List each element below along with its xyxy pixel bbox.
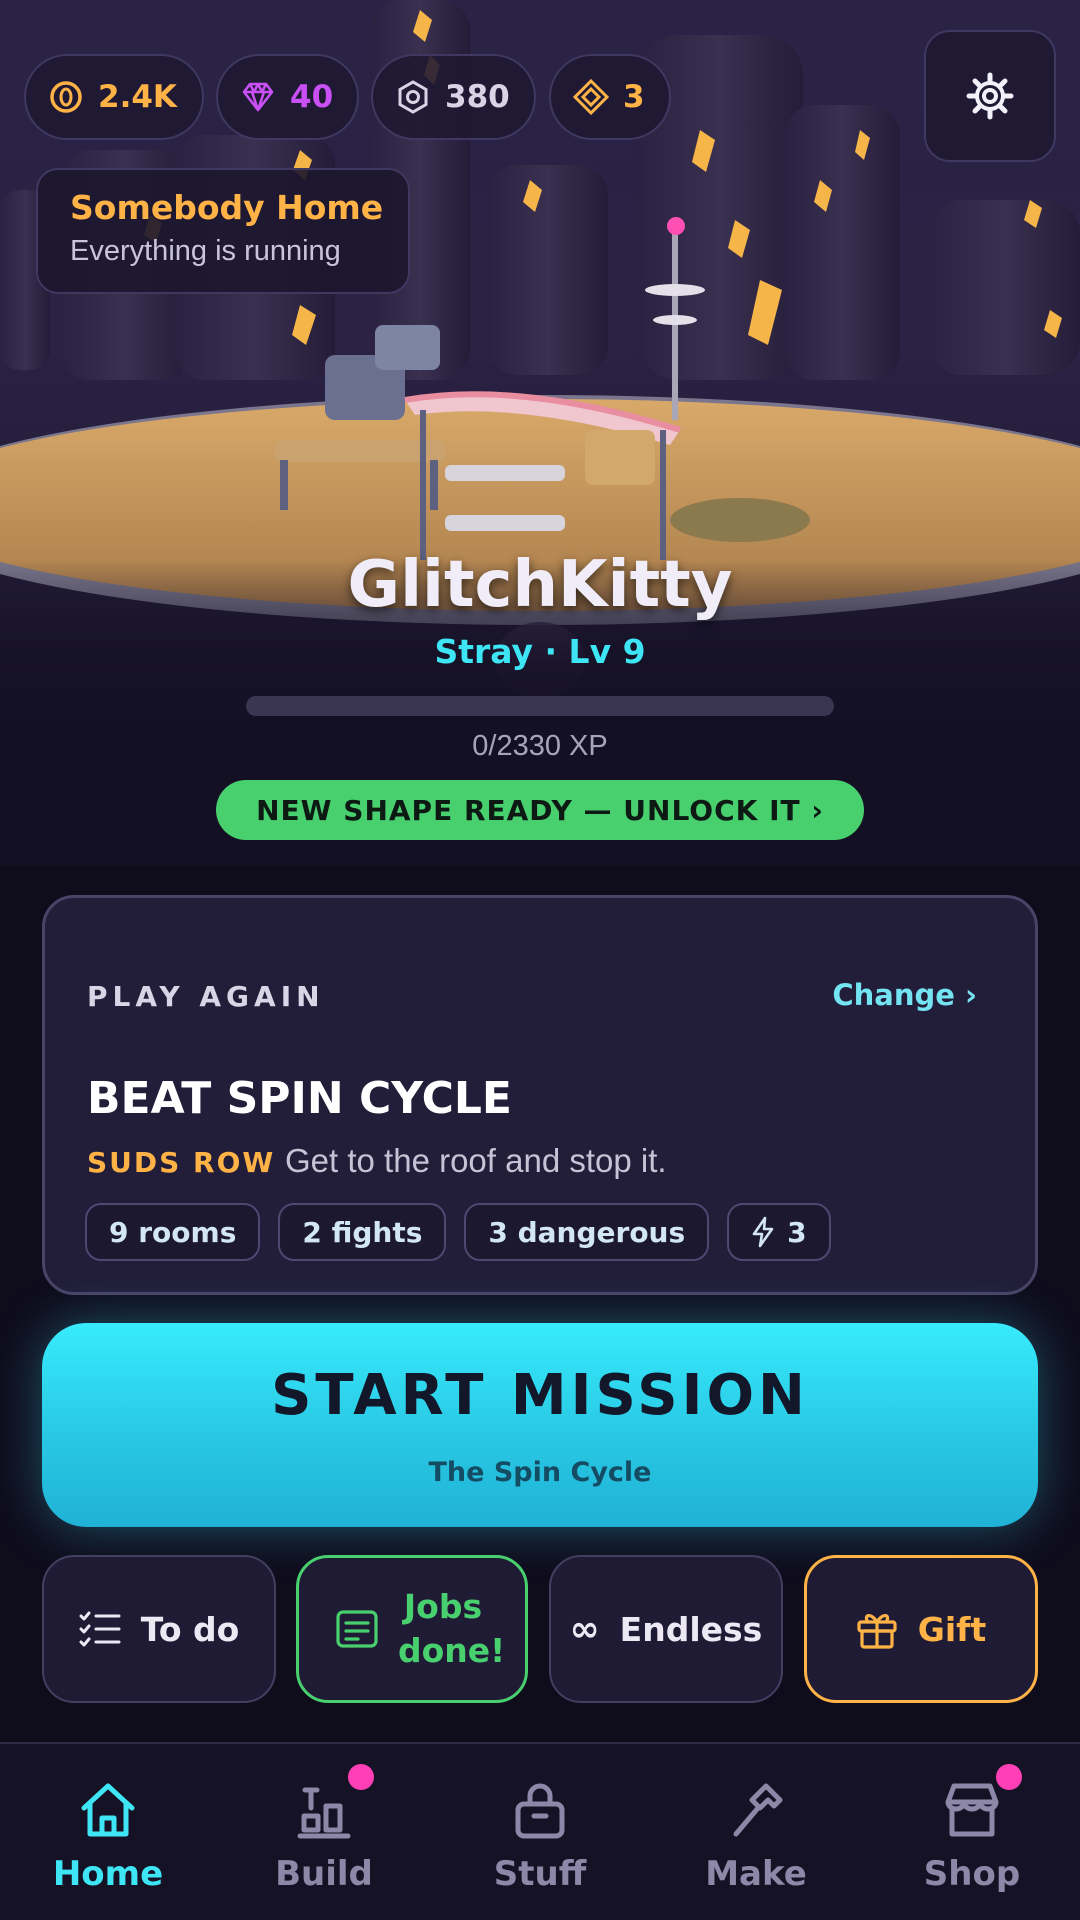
- nav-build-label: Build: [275, 1854, 373, 1894]
- gift-icon: [857, 1614, 897, 1649]
- nav-make[interactable]: Make: [648, 1744, 864, 1920]
- change-mission-link[interactable]: Change ›: [832, 978, 977, 1012]
- build-badge: [348, 1764, 374, 1790]
- nav-shop-label: Shop: [923, 1854, 1021, 1894]
- gear-part-icon: [398, 80, 428, 114]
- gears-counter[interactable]: 380: [371, 54, 536, 140]
- mission-tags: 9 rooms 2 fights 3 dangerous 3: [85, 1203, 831, 1261]
- fights-tag: 2 fights: [278, 1203, 447, 1261]
- todo-label: To do: [140, 1609, 240, 1649]
- mission-title: BEAT SPIN CYCLE: [87, 1073, 512, 1124]
- gem-icon: [242, 82, 274, 112]
- nav-home-label: Home: [52, 1854, 164, 1894]
- nav-stuff-label: Stuff: [493, 1854, 587, 1894]
- todo-button[interactable]: To do: [42, 1555, 276, 1703]
- dangerous-tag-label: 3 dangerous: [488, 1215, 686, 1249]
- rooms-tag: 9 rooms: [85, 1203, 261, 1261]
- settings-button[interactable]: [924, 30, 1056, 162]
- pet-name: GlitchKitty: [347, 548, 733, 622]
- shop-icon: [945, 1783, 999, 1837]
- gift-label: Gift: [917, 1609, 987, 1649]
- home-status-card: Somebody Home Everything is running: [36, 168, 410, 294]
- nav-stuff[interactable]: Stuff: [432, 1744, 648, 1920]
- gift-button[interactable]: Gift: [804, 1555, 1038, 1703]
- rooms-tag-label: 9 rooms: [109, 1215, 237, 1249]
- energy-tag: 3: [727, 1203, 831, 1261]
- mission-description: Get to the roof and stop it.: [285, 1142, 667, 1179]
- play-again-label: PLAY AGAIN: [87, 980, 325, 1013]
- build-icon: [297, 1787, 351, 1839]
- xp-progress-bar: [246, 696, 834, 716]
- endless-button[interactable]: ∞ Endless: [549, 1555, 783, 1703]
- nav-build[interactable]: Build: [216, 1744, 432, 1920]
- start-mission-button[interactable]: START MISSION The Spin Cycle: [42, 1323, 1038, 1527]
- tokens-counter[interactable]: 3: [549, 54, 671, 140]
- start-mission-label: START MISSION: [271, 1363, 809, 1428]
- bag-icon: [515, 1783, 565, 1839]
- gear-icon: [966, 72, 1014, 120]
- tokens-value: 3: [623, 79, 645, 115]
- home-icon: [81, 1783, 135, 1837]
- nav-shop[interactable]: Shop: [864, 1744, 1080, 1920]
- mission-card: PLAY AGAIN Change › BEAT SPIN CYCLE SUDS…: [42, 895, 1038, 1295]
- gems-counter[interactable]: 40: [216, 54, 359, 140]
- bottom-nav: Home Build Stuff Make Shop: [0, 1742, 1080, 1920]
- energy-tag-label: 3: [787, 1215, 807, 1249]
- coins-value: 2.4K: [98, 79, 177, 115]
- start-mission-subtitle: The Spin Cycle: [428, 1457, 652, 1488]
- dangerous-tag: 3 dangerous: [464, 1203, 710, 1261]
- diamond-token-icon: [573, 79, 609, 115]
- receipt-icon: [336, 1610, 378, 1648]
- infinity-icon: ∞: [569, 1608, 600, 1650]
- xp-text: 0/2330 XP: [472, 730, 608, 762]
- status-title: Somebody Home: [70, 188, 384, 227]
- fights-tag-label: 2 fights: [302, 1215, 423, 1249]
- nav-make-label: Make: [705, 1854, 807, 1894]
- mission-location: SUDS ROW: [87, 1146, 276, 1179]
- jobs-done-label: Jobs done!: [398, 1587, 506, 1670]
- checklist-icon: [79, 1611, 121, 1647]
- gems-value: 40: [290, 79, 334, 115]
- unlock-shape-button[interactable]: NEW SHAPE READY — UNLOCK IT ›: [216, 780, 864, 840]
- jobs-done-button[interactable]: Jobs done!: [296, 1555, 528, 1703]
- hammer-icon: [733, 1783, 783, 1837]
- endless-label: Endless: [619, 1609, 763, 1649]
- coin-icon: [50, 81, 82, 113]
- lightning-icon: [752, 1216, 774, 1248]
- gears-value: 380: [445, 79, 510, 115]
- coins-counter[interactable]: 2.4K: [24, 54, 204, 140]
- pet-class-level: Stray · Lv 9: [434, 632, 646, 671]
- shop-badge: [996, 1764, 1022, 1790]
- status-subtitle: Everything is running: [70, 235, 341, 267]
- nav-home[interactable]: Home: [0, 1744, 216, 1920]
